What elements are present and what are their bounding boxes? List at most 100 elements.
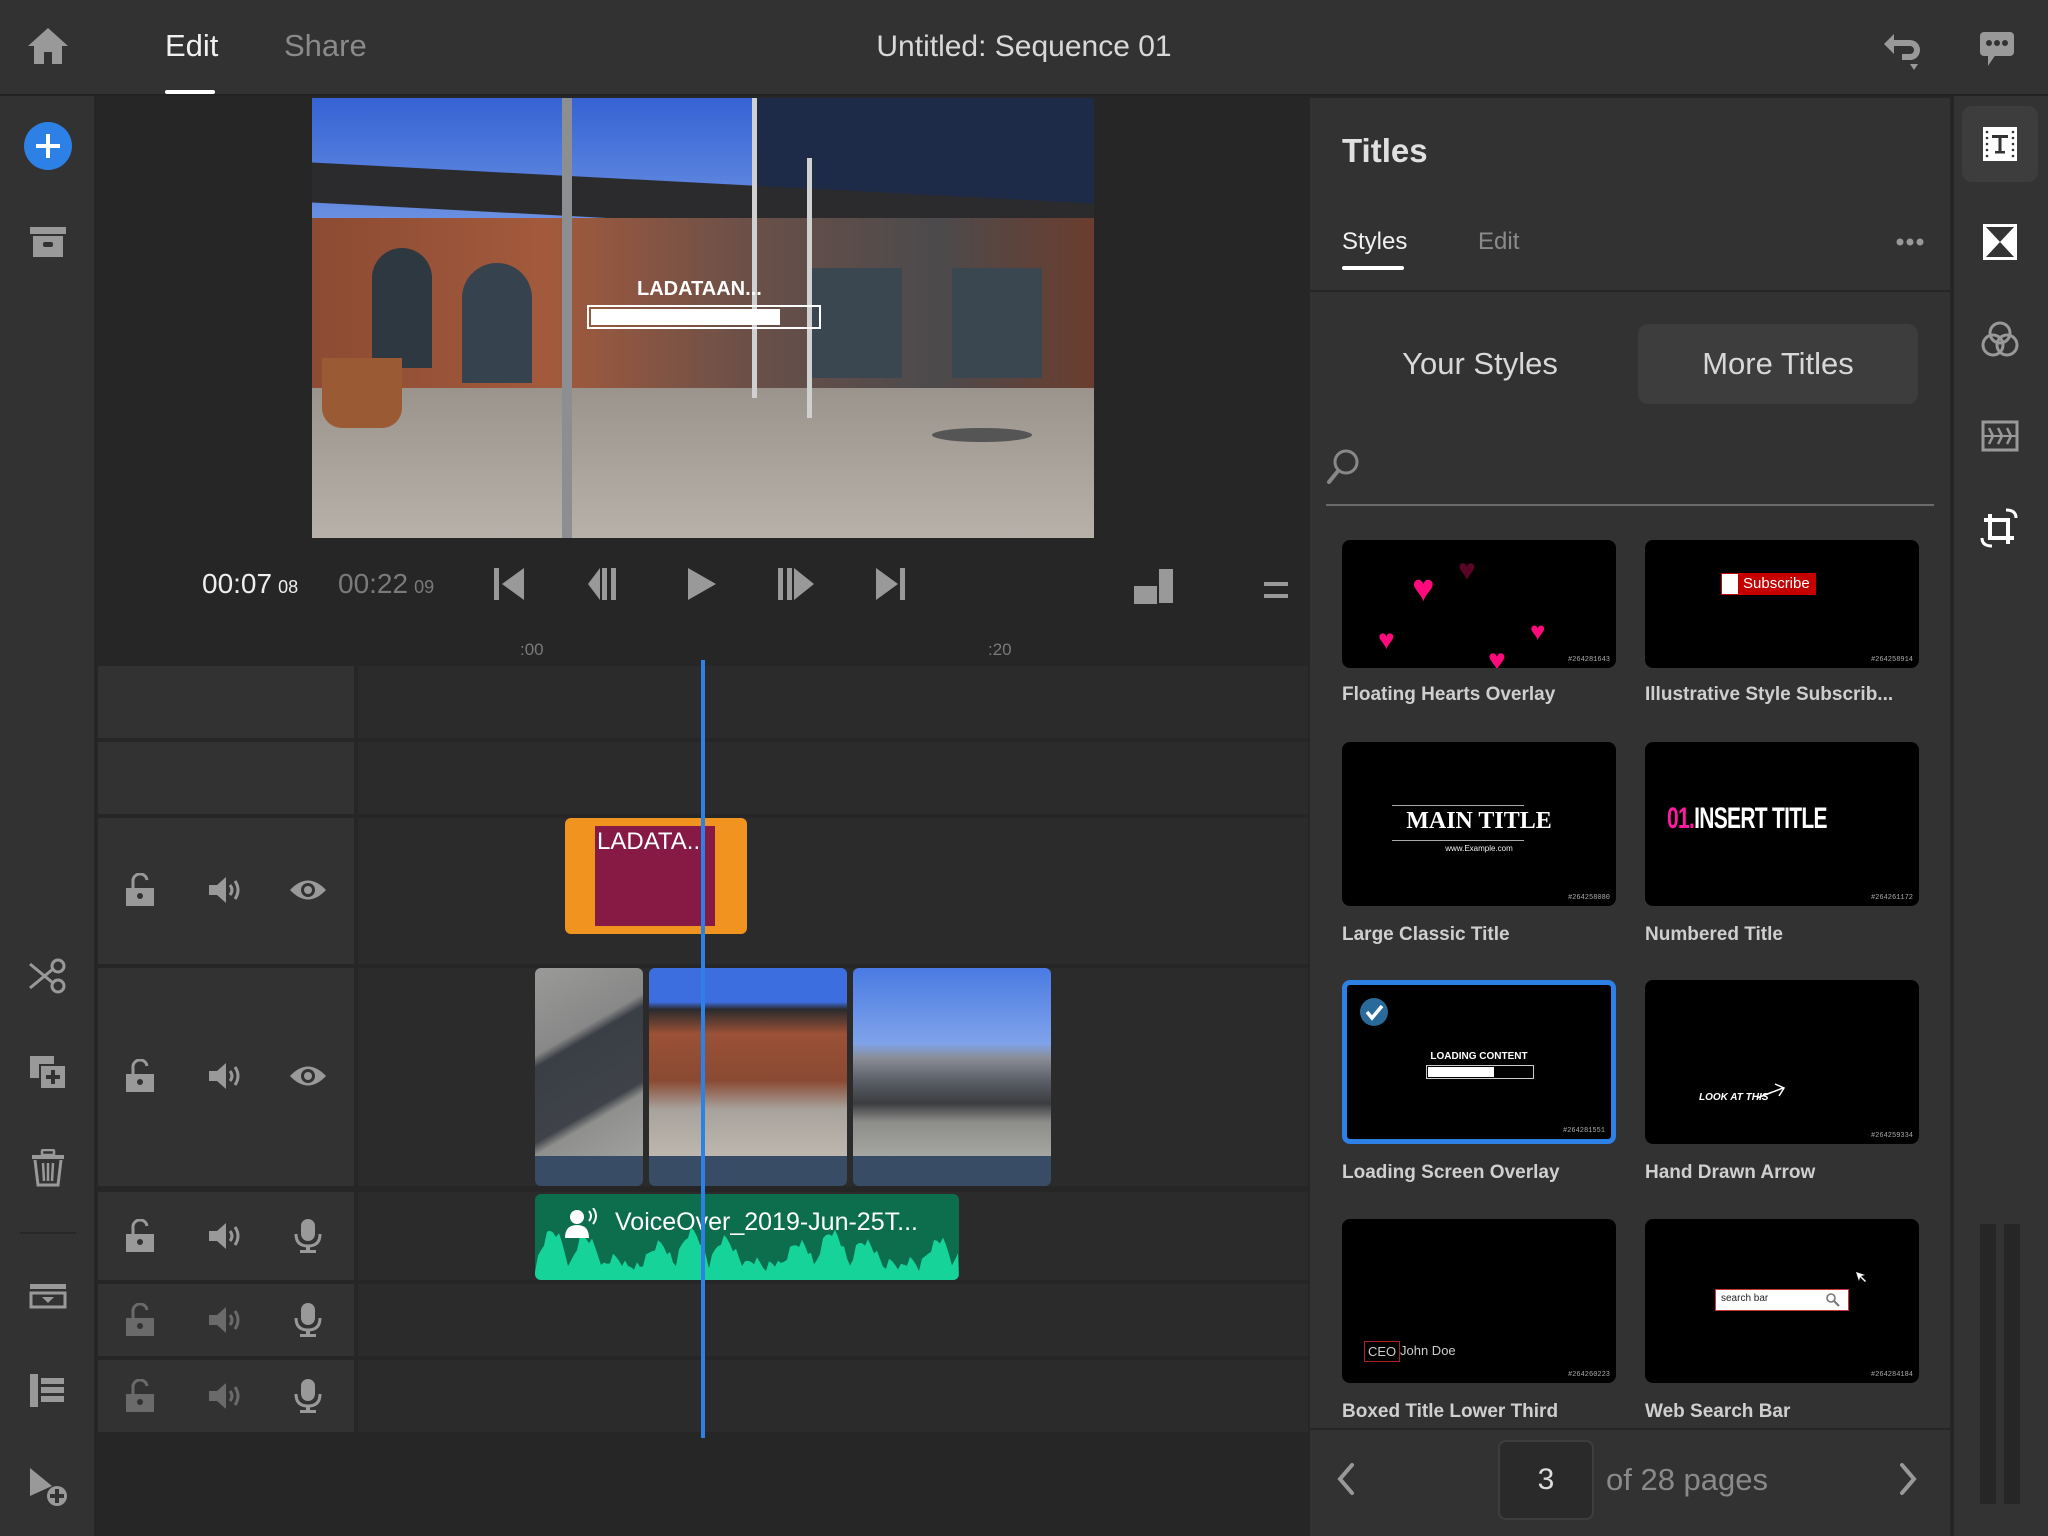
speaker-icon[interactable] bbox=[206, 1376, 246, 1416]
video-preview[interactable]: LADATAAN... bbox=[312, 98, 1094, 538]
bell-icon bbox=[1722, 574, 1738, 594]
title-item-hand-drawn-arrow[interactable]: LOOK AT THIS #264259334 Hand Drawn Arrow bbox=[1645, 980, 1919, 1184]
step-back-icon[interactable] bbox=[588, 568, 624, 600]
thumbnail: ♥ ♥ ♥ ♥ ♥ #264281643 bbox=[1342, 540, 1616, 668]
title-item-loading-screen[interactable]: LOADING CONTENT #264281551 Loading Scree… bbox=[1342, 980, 1616, 1184]
left-toolbar bbox=[0, 96, 96, 1536]
track-header-audio-1 bbox=[98, 1192, 354, 1280]
thumbnail: search bar #264284184 bbox=[1645, 1219, 1919, 1383]
menu-icon[interactable] bbox=[1264, 582, 1288, 600]
thumbnail: Subscribe #264258914 bbox=[1645, 540, 1919, 668]
sequence-title: Untitled: Sequence 01 bbox=[876, 30, 1172, 63]
title-item-label: Floating Hearts Overlay bbox=[1342, 684, 1556, 705]
heart-icon: ♥ bbox=[1458, 554, 1476, 587]
tab-styles-underline bbox=[1342, 266, 1404, 270]
audio-meter-left bbox=[1980, 1224, 1996, 1504]
subscribe-badge: Subscribe bbox=[1721, 573, 1816, 595]
next-page-icon[interactable] bbox=[1898, 1462, 1918, 1496]
title-item-label: Numbered Title bbox=[1645, 924, 1783, 945]
eye-icon[interactable] bbox=[288, 1056, 328, 1096]
title-item-label: Loading Screen Overlay bbox=[1342, 1162, 1560, 1183]
speaker-icon[interactable] bbox=[206, 1056, 246, 1096]
thumb-id: #264259334 bbox=[1870, 1132, 1913, 1140]
title-item-floating-hearts[interactable]: ♥ ♥ ♥ ♥ ♥ #264281643 Floating Hearts Ove… bbox=[1342, 540, 1616, 706]
video-clip-3[interactable] bbox=[853, 968, 1051, 1186]
microphone-icon[interactable] bbox=[288, 1376, 328, 1416]
checkmark-icon bbox=[1359, 997, 1389, 1027]
title-clip[interactable]: LADATA... bbox=[565, 818, 747, 934]
duplicate-icon[interactable] bbox=[24, 1048, 72, 1096]
page-number-input[interactable]: 3 bbox=[1498, 1440, 1594, 1520]
delete-icon[interactable] bbox=[24, 1144, 72, 1192]
transitions-icon[interactable] bbox=[1962, 204, 2038, 280]
title-item-web-search-bar[interactable]: search bar #264284184 Web Search Bar bbox=[1645, 1219, 1919, 1423]
voiceover-icon bbox=[565, 1208, 599, 1238]
project-icon[interactable] bbox=[24, 218, 72, 266]
current-frames: 08 bbox=[278, 577, 299, 597]
collapse-track-icon[interactable] bbox=[24, 1272, 72, 1320]
thumb-main-title: MAIN TITLE bbox=[1406, 808, 1552, 834]
track-list-icon[interactable] bbox=[24, 1366, 72, 1414]
thumb-search-text: search bar bbox=[1721, 1293, 1769, 1304]
lock-icon[interactable] bbox=[120, 1216, 160, 1256]
heart-icon: ♥ bbox=[1488, 644, 1506, 668]
audio-icon[interactable] bbox=[1962, 398, 2038, 474]
thumbnail: MAIN TITLE www.Example.com #264258080 bbox=[1342, 742, 1616, 906]
eye-icon[interactable] bbox=[288, 870, 328, 910]
title-item-label: Hand Drawn Arrow bbox=[1645, 1162, 1816, 1183]
title-item-large-classic[interactable]: MAIN TITLE www.Example.com #264258080 La… bbox=[1342, 742, 1616, 946]
feedback-icon[interactable] bbox=[1978, 30, 2018, 68]
title-item-subscribe[interactable]: Subscribe #264258914 Illustrative Style … bbox=[1645, 540, 1919, 706]
more-icon[interactable] bbox=[1896, 238, 1924, 246]
track-titles bbox=[358, 818, 1308, 964]
search-input[interactable] bbox=[1370, 444, 1930, 494]
track-header-audio-2 bbox=[98, 1284, 354, 1356]
thumb-id: #264281551 bbox=[1562, 1127, 1605, 1135]
titles-icon[interactable] bbox=[1962, 106, 2038, 182]
speaker-icon[interactable] bbox=[206, 1216, 246, 1256]
step-forward-icon[interactable] bbox=[778, 568, 814, 600]
go-to-end-icon[interactable] bbox=[876, 568, 910, 600]
fullscreen-icon[interactable] bbox=[1134, 568, 1176, 604]
toolbar-divider bbox=[20, 1232, 76, 1234]
title-item-numbered[interactable]: 01.INSERT TITLE #264261172 Numbered Titl… bbox=[1645, 742, 1919, 946]
thumb-id: #264261172 bbox=[1870, 894, 1913, 902]
more-titles-button[interactable]: More Titles bbox=[1638, 324, 1918, 404]
thumbnail-selected: LOADING CONTENT #264281551 bbox=[1342, 980, 1616, 1144]
lock-icon[interactable] bbox=[120, 1300, 160, 1340]
prev-page-icon[interactable] bbox=[1336, 1462, 1356, 1496]
add-track-icon[interactable] bbox=[24, 1462, 72, 1510]
tab-styles[interactable]: Styles bbox=[1342, 228, 1407, 256]
add-media-icon[interactable] bbox=[24, 122, 72, 170]
microphone-icon[interactable] bbox=[288, 1216, 328, 1256]
cursor-icon bbox=[1856, 1272, 1866, 1282]
track-empty-2 bbox=[358, 742, 1308, 814]
undo-icon[interactable] bbox=[1880, 30, 1928, 72]
speaker-icon[interactable] bbox=[206, 1300, 246, 1340]
split-icon[interactable] bbox=[24, 952, 72, 1000]
go-to-start-icon[interactable] bbox=[494, 568, 528, 600]
video-clip-2[interactable] bbox=[649, 968, 847, 1186]
current-timecode: 00:07 08 bbox=[202, 568, 298, 600]
title-item-boxed-lower-third[interactable]: CEO John Doe #264260223 Boxed Title Lowe… bbox=[1342, 1219, 1616, 1423]
subscribe-text: Subscribe bbox=[1738, 574, 1815, 594]
play-icon[interactable] bbox=[686, 568, 718, 600]
microphone-icon[interactable] bbox=[288, 1300, 328, 1340]
thumb-ceo-box: CEO bbox=[1364, 1341, 1401, 1362]
rule-line bbox=[1392, 840, 1524, 841]
thumb-number: 01. bbox=[1667, 802, 1695, 835]
duration-timecode: 00:22 09 bbox=[338, 568, 434, 600]
lock-icon[interactable] bbox=[120, 870, 160, 910]
audio-clip[interactable]: VoiceOver_2019-Jun-25T... bbox=[535, 1194, 959, 1280]
tab-panel-edit[interactable]: Edit bbox=[1478, 228, 1519, 256]
your-styles-button[interactable]: Your Styles bbox=[1340, 324, 1620, 404]
transform-icon[interactable] bbox=[1962, 490, 2038, 566]
track-empty-1 bbox=[358, 666, 1308, 738]
speaker-icon[interactable] bbox=[206, 870, 246, 910]
color-icon[interactable] bbox=[1962, 302, 2038, 378]
audio-meter-right bbox=[2004, 1224, 2020, 1504]
video-clip-1[interactable] bbox=[535, 968, 643, 1186]
lock-icon[interactable] bbox=[120, 1056, 160, 1096]
playhead[interactable] bbox=[701, 660, 705, 1438]
lock-icon[interactable] bbox=[120, 1376, 160, 1416]
